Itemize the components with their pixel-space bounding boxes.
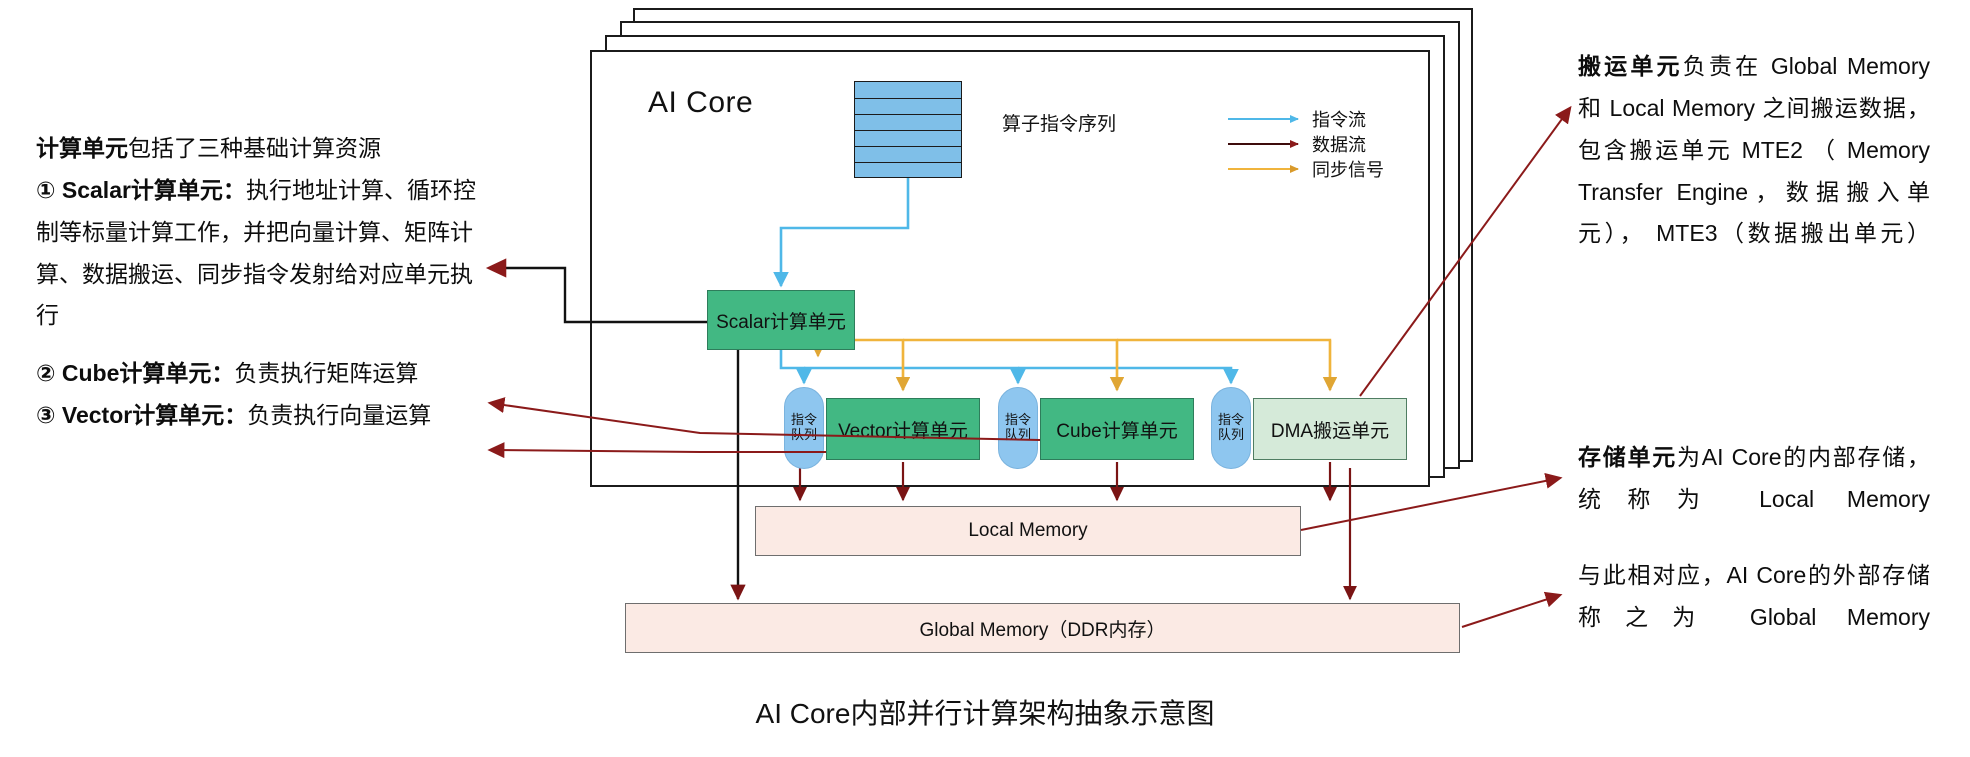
instruction-queue-cube[interactable]: 指令 队列 — [998, 387, 1038, 469]
right-annotation-storage-unit: 存储单元为AI Core的内部存储，统称为 Local Memory — [1578, 437, 1930, 521]
global-memory-block[interactable]: Global Memory（DDR内存） — [625, 603, 1460, 653]
left-item-2-text: 负责执行矩阵运算 — [234, 360, 419, 387]
legend: 指令流 数据流 同步信号 — [1228, 106, 1384, 181]
left-item-1-marker: ① — [36, 176, 56, 203]
right-annotation-transfer-unit: 搬运单元负责在 Global Memory 和 Local Memory 之间搬… — [1578, 46, 1930, 255]
right-annotation-global-memory: 与此相对应，AI Core的外部存储称之为 Global Memory — [1578, 555, 1930, 639]
legend-label-data-flow: 数据流 — [1312, 134, 1366, 155]
left-item-3-text: 负责执行向量运算 — [247, 402, 432, 429]
dma-transfer-unit-block[interactable]: DMA搬运单元 — [1253, 398, 1407, 460]
instruction-queue-dma[interactable]: 指令 队列 — [1211, 387, 1251, 469]
left-annotation-item-2: ② Cube计算单元：负责执行矩阵运算 — [36, 353, 488, 395]
legend-item-sync-signal: 同步信号 — [1228, 156, 1384, 181]
queue-label-dma: 指令 队列 — [1217, 412, 1244, 442]
left-annotation-heading: 计算单元包括了三种基础计算资源 — [36, 128, 488, 170]
left-annotation-block: 计算单元包括了三种基础计算资源 ① Scalar计算单元：执行地址计算、循环控制… — [36, 128, 488, 437]
ai-core-title: AI Core — [648, 86, 754, 119]
right-global-text: 与此相对应，AI Core的外部存储称之为 Global Memory — [1578, 562, 1930, 630]
local-memory-block[interactable]: Local Memory — [755, 506, 1301, 556]
diagram-caption: AI Core内部并行计算架构抽象示意图 — [755, 698, 1215, 729]
diagram-canvas: 计算单元包括了三种基础计算资源 ① Scalar计算单元：执行地址计算、循环控制… — [0, 0, 1970, 757]
right-storage-bold: 存储单元 — [1578, 444, 1678, 470]
vector-compute-unit-block[interactable]: Vector计算单元 — [826, 398, 980, 460]
legend-label-instruction-flow: 指令流 — [1312, 109, 1366, 130]
legend-item-instruction-flow: 指令流 — [1228, 106, 1384, 131]
operator-instruction-sequence-stack — [854, 81, 962, 178]
legend-label-sync-signal: 同步信号 — [1312, 159, 1384, 180]
left-annotation-item-1: ① Scalar计算单元：执行地址计算、循环控制等标量计算工作，并把向量计算、矩… — [36, 170, 488, 337]
queue-label-vector: 指令 队列 — [790, 412, 817, 442]
left-item-1-bold: Scalar计算单元： — [61, 176, 246, 203]
queue-label-cube: 指令 队列 — [1004, 412, 1031, 442]
legend-arrow-icon-sync-signal — [1228, 165, 1299, 173]
left-item-3-marker: ③ — [36, 402, 56, 429]
instruction-queue-vector[interactable]: 指令 队列 — [784, 387, 824, 469]
left-annotation-heading-bold: 计算单元 — [36, 135, 128, 161]
right-transfer-bold: 搬运单元 — [1578, 53, 1683, 79]
left-annotation-heading-rest: 包括了三种基础计算资源 — [128, 135, 381, 161]
left-item-3-bold: Vector计算单元： — [61, 402, 248, 429]
right-transfer-text: 负责在 Global Memory 和 Local Memory 之间搬运数据，… — [1578, 53, 1931, 247]
legend-arrow-icon-data-flow — [1228, 140, 1299, 148]
left-item-2-marker: ② — [36, 360, 56, 387]
operator-instruction-sequence-label: 算子指令序列 — [1002, 114, 1117, 135]
legend-arrow-icon-instruction-flow — [1228, 115, 1299, 123]
left-annotation-item-3: ③ Vector计算单元：负责执行向量运算 — [36, 395, 488, 437]
left-item-2-bold: Cube计算单元： — [61, 360, 235, 387]
legend-item-data-flow: 数据流 — [1228, 131, 1384, 156]
scalar-compute-unit-block[interactable]: Scalar计算单元 — [707, 290, 855, 350]
cube-compute-unit-block[interactable]: Cube计算单元 — [1040, 398, 1194, 460]
